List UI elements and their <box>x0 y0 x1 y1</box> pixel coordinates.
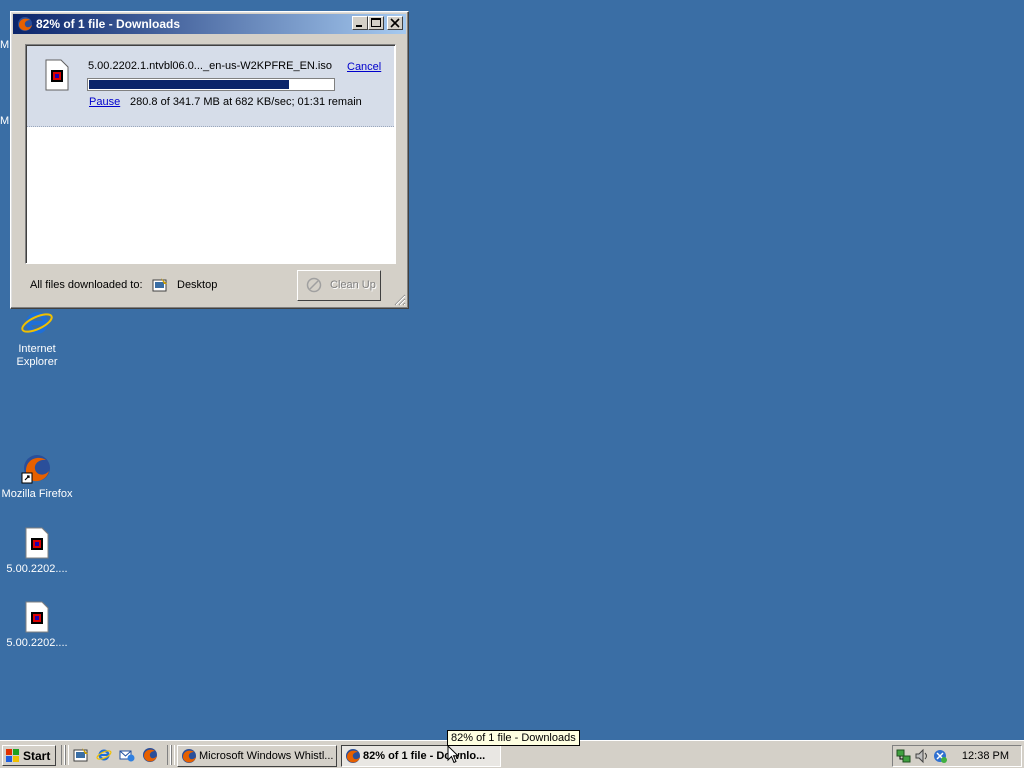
firefox-icon <box>20 451 54 485</box>
clean-up-icon <box>306 277 322 293</box>
desktop-icon-internet-explorer[interactable]: Internet Explorer <box>0 306 74 369</box>
taskbar-tooltip: 82% of 1 file - Downloads <box>447 730 580 746</box>
clean-up-button[interactable]: Clean Up <box>297 270 381 301</box>
desktop-icon-iso-file[interactable]: 5.00.2202.... <box>0 526 74 576</box>
desktop-icon-label-partial: M <box>0 115 10 127</box>
outlook-express-icon[interactable] <box>119 747 135 763</box>
download-filename: 5.00.2202.1.ntvbl06.0..._en-us-W2KPFRE_E… <box>88 60 332 72</box>
firefox-icon <box>181 748 197 764</box>
iso-file-icon <box>20 600 54 634</box>
window-titlebar[interactable]: 82% of 1 file - Downloads <box>13 14 406 34</box>
firefox-icon <box>345 748 361 764</box>
show-desktop-icon[interactable] <box>73 747 89 763</box>
desktop-folder-icon <box>152 277 168 293</box>
download-progress-fill <box>89 80 289 89</box>
desktop-icon-label: 5.00.2202.... <box>6 637 68 649</box>
desktop-icon-label-partial: M <box>0 39 10 51</box>
mouse-cursor-icon <box>447 744 460 764</box>
desktop-icon-label: Internet Explorer <box>16 343 58 368</box>
downloads-list: 5.00.2202.1.ntvbl06.0..._en-us-W2KPFRE_E… <box>25 44 396 264</box>
desktop-icon-label: 5.00.2202.... <box>6 563 68 575</box>
desktop-icon-label: Mozilla Firefox <box>1 488 73 500</box>
download-status: 280.8 of 341.7 MB at 682 KB/sec; 01:31 r… <box>130 96 362 108</box>
clean-up-label: Clean Up <box>330 279 376 291</box>
taskbar-separator <box>65 745 69 765</box>
taskbar-button-downloads[interactable]: 82% of 1 file - Downlo... <box>341 745 501 767</box>
download-progress-bar <box>87 78 335 91</box>
system-tray: 12:38 PM <box>892 745 1022 767</box>
taskbar-separator <box>171 745 175 765</box>
taskbar-button-windows-whistler[interactable]: Microsoft Windows Whistl... <box>177 745 337 767</box>
maximize-button[interactable] <box>368 16 384 30</box>
security-icon[interactable] <box>932 748 948 764</box>
window-title: 82% of 1 file - Downloads <box>36 17 181 31</box>
download-item[interactable]: 5.00.2202.1.ntvbl06.0..._en-us-W2KPFRE_E… <box>27 46 394 127</box>
cancel-link[interactable]: Cancel <box>347 61 381 73</box>
resize-grip-icon[interactable] <box>394 294 406 306</box>
network-icon[interactable] <box>896 748 912 764</box>
iso-file-icon <box>20 526 54 560</box>
iso-file-icon <box>44 59 70 91</box>
taskbar-button-label: 82% of 1 file - Downlo... <box>363 750 486 762</box>
volume-icon[interactable] <box>914 748 930 764</box>
desktop-icon-firefox[interactable]: Mozilla Firefox <box>0 451 74 501</box>
firefox-icon[interactable] <box>142 747 158 763</box>
start-label: Start <box>23 749 51 763</box>
internet-explorer-icon <box>20 306 54 340</box>
system-clock[interactable]: 12:38 PM <box>962 750 1009 762</box>
minimize-button[interactable] <box>352 16 368 30</box>
pause-link[interactable]: Pause <box>89 96 120 108</box>
firefox-icon <box>17 16 33 32</box>
close-button[interactable] <box>387 16 403 30</box>
desktop-icon-iso-file[interactable]: 5.00.2202.... <box>0 600 74 650</box>
downloads-window: 82% of 1 file - Downloads 5.00.2202.1.nt… <box>10 11 409 309</box>
start-button[interactable]: Start <box>2 745 56 766</box>
internet-explorer-icon[interactable] <box>96 747 112 763</box>
download-location-label: All files downloaded to: <box>30 279 143 291</box>
taskbar-button-label: Microsoft Windows Whistl... <box>199 750 334 762</box>
download-location-folder[interactable]: Desktop <box>177 279 217 291</box>
windows-logo-icon <box>6 749 20 762</box>
